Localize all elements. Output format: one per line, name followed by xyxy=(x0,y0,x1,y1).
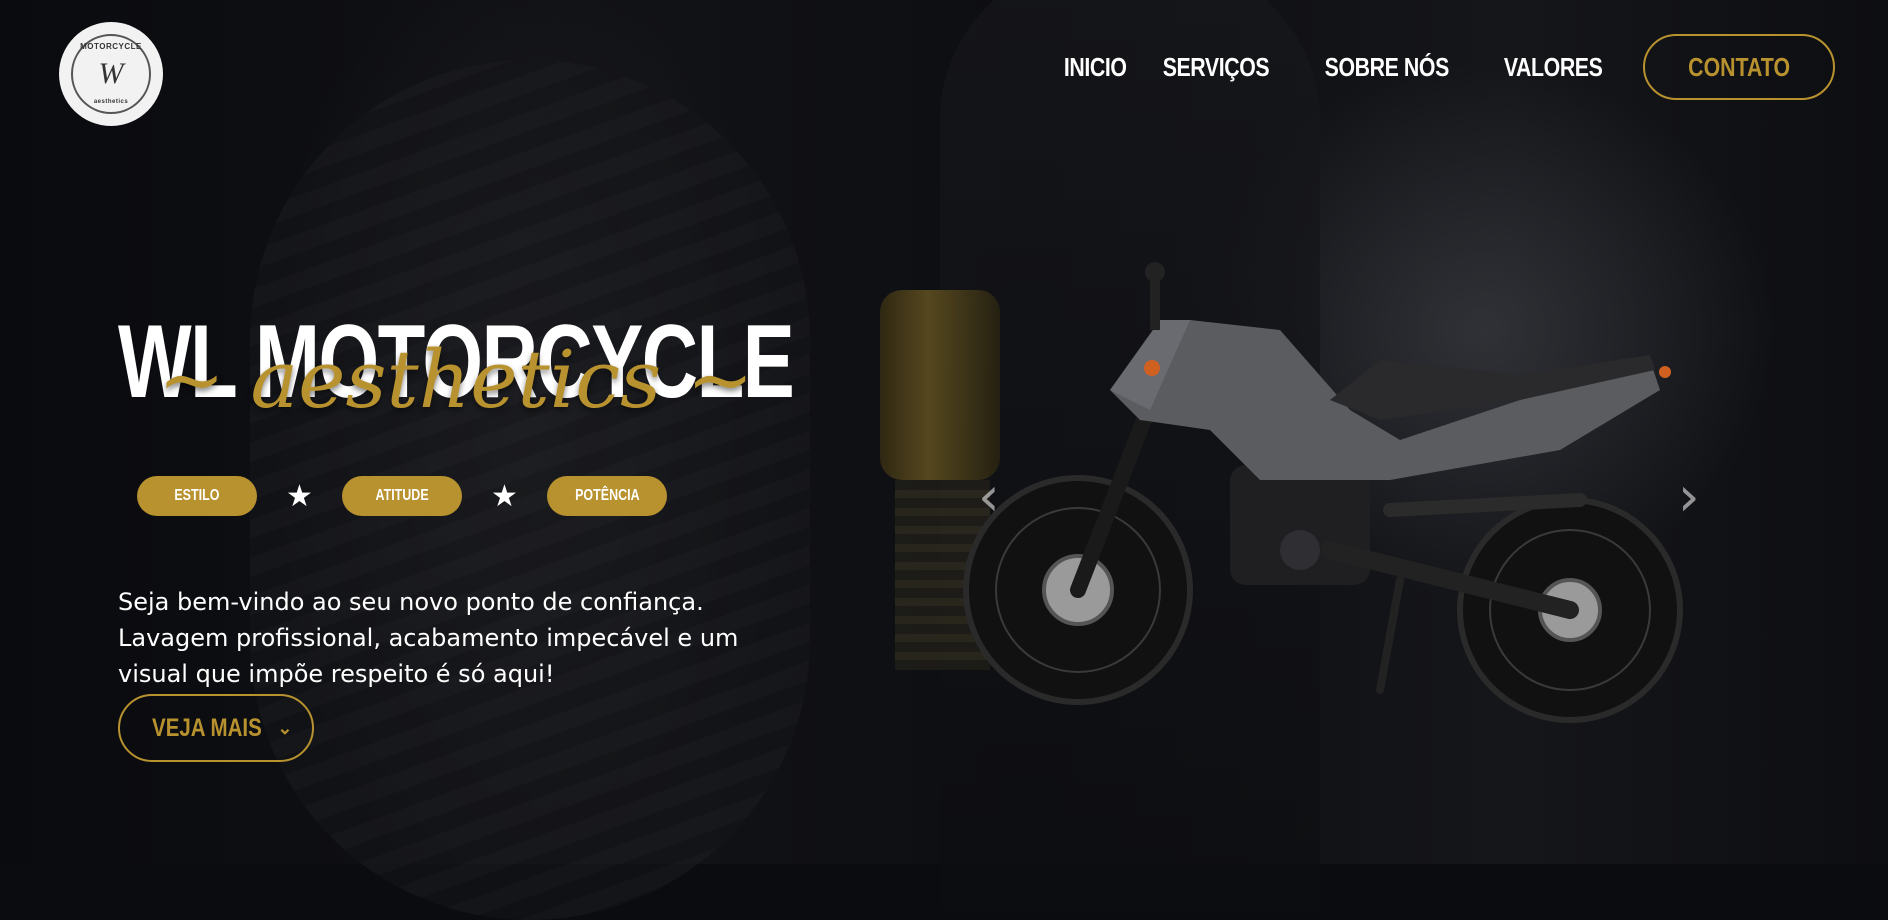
chevron-right-icon[interactable]: › xyxy=(1678,470,1700,524)
tag-label: POTÊNCIA xyxy=(574,487,640,504)
chevron-down-icon: ⌄ xyxy=(277,717,293,738)
nav-link-servicos[interactable]: SERVIÇOS xyxy=(1163,52,1270,83)
logo-emblem: MOTORCYCLE W aesthetics xyxy=(71,34,151,114)
main-nav: INICIO SERVIÇOS SOBRE NÓS VALORES CONTAT… xyxy=(1057,34,1835,100)
tag-estilo: ESTILO xyxy=(137,476,257,516)
hero-description: Seja bem-vindo ao seu novo ponto de conf… xyxy=(118,588,739,688)
star-icon: ★ xyxy=(491,479,518,513)
tag-potencia: POTÊNCIA xyxy=(547,476,667,516)
nav-link-inicio[interactable]: INICIO xyxy=(1064,52,1127,83)
logo-top-text: MOTORCYCLE xyxy=(80,42,142,51)
tag-list: ESTILO ★ ATITUDE ★ POTÊNCIA xyxy=(137,476,667,516)
logo-bottom-text: aesthetics xyxy=(93,99,129,105)
contact-button-label: CONTATO xyxy=(1688,51,1790,82)
chevron-left-icon[interactable]: ‹ xyxy=(978,470,1000,524)
hero-subtitle: ~ aesthetics ~ xyxy=(158,333,754,426)
logo-monogram: W xyxy=(98,57,124,90)
motorcycle-image xyxy=(963,262,1683,723)
tag-label: ESTILO xyxy=(174,487,220,504)
contact-button[interactable]: CONTATO xyxy=(1643,34,1835,100)
see-more-label: VEJA MAIS xyxy=(151,713,262,742)
tag-atitude: ATITUDE xyxy=(342,476,462,516)
star-icon: ★ xyxy=(286,479,313,513)
tag-label: ATITUDE xyxy=(375,487,429,504)
see-more-button[interactable]: VEJA MAIS ⌄ xyxy=(118,694,314,762)
nav-link-sobre-nos[interactable]: SOBRE NÓS xyxy=(1325,52,1450,83)
nav-link-valores[interactable]: VALORES xyxy=(1504,52,1603,83)
brand-logo[interactable]: MOTORCYCLE W aesthetics xyxy=(59,22,163,126)
